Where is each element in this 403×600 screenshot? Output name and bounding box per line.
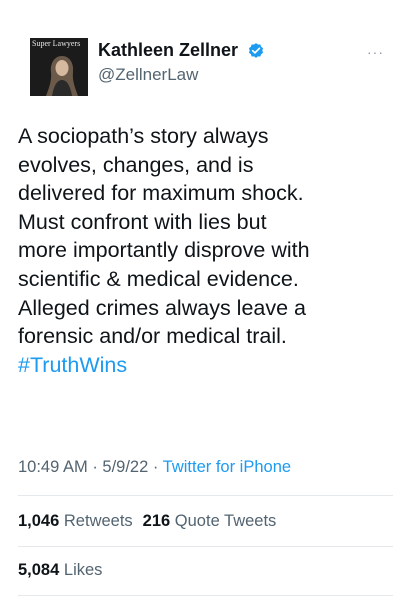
retweet-stats: 1,046 Retweets 216 Quote Tweets: [18, 512, 276, 531]
display-name[interactable]: Kathleen Zellner: [98, 40, 238, 61]
retweets-label: Retweets: [63, 512, 133, 530]
tweet-time[interactable]: 10:49 AM: [18, 458, 88, 476]
portrait-icon: [46, 56, 78, 96]
retweets-count: 1,046: [18, 512, 60, 530]
tweet-source[interactable]: Twitter for iPhone: [163, 458, 291, 476]
tweet-line: scientific & medical evidence.: [18, 266, 299, 291]
tweet-text: A sociopath’s story always evolves, chan…: [18, 122, 390, 379]
quote-tweets-link[interactable]: 216 Quote Tweets: [143, 512, 277, 530]
tweet-meta: 10:49 AM · 5/9/22 · Twitter for iPhone: [18, 458, 291, 477]
more-options-icon[interactable]: ···: [367, 44, 384, 60]
tweet-line: forensic and/or medical trail.: [18, 324, 287, 349]
avatar-text: Super Lawyers: [32, 39, 81, 48]
likes-count: 5,084: [18, 561, 60, 579]
likes-label: Likes: [63, 561, 103, 579]
divider: [18, 495, 393, 496]
verified-badge-icon: [248, 42, 263, 58]
tweet-line: Alleged crimes always leave a: [18, 295, 306, 320]
divider: [18, 546, 393, 547]
quotes-count: 216: [142, 512, 171, 530]
hashtag-link[interactable]: #TruthWins: [18, 353, 127, 377]
tweet-line: A sociopath’s story always: [18, 124, 269, 148]
tweet-line: evolves, changes, and is: [18, 152, 254, 177]
retweets-link[interactable]: 1,046 Retweets: [18, 512, 133, 530]
meta-separator: ·: [92, 458, 98, 476]
quotes-label: Quote Tweets: [174, 512, 277, 530]
tweet-header: Super Lawyers Kathleen Zellner @ZellnerL…: [18, 38, 388, 98]
author-handle[interactable]: @ZellnerLaw: [98, 65, 265, 85]
likes-link[interactable]: 5,084 Likes: [18, 561, 102, 579]
likes-stats: 5,084 Likes: [18, 561, 102, 580]
tweet-detail: Super Lawyers Kathleen Zellner @ZellnerL…: [0, 0, 403, 600]
author-names: Kathleen Zellner @ZellnerLaw: [98, 40, 265, 85]
tweet-line: more importantly disprove with: [18, 238, 310, 263]
tweet-line: delivered for maximum shock.: [18, 181, 304, 206]
meta-separator: ·: [152, 458, 159, 476]
divider: [18, 595, 393, 596]
tweet-line: Must confront with lies but: [18, 209, 267, 234]
avatar[interactable]: Super Lawyers: [30, 38, 88, 96]
tweet-date[interactable]: 5/9/22: [102, 458, 148, 476]
